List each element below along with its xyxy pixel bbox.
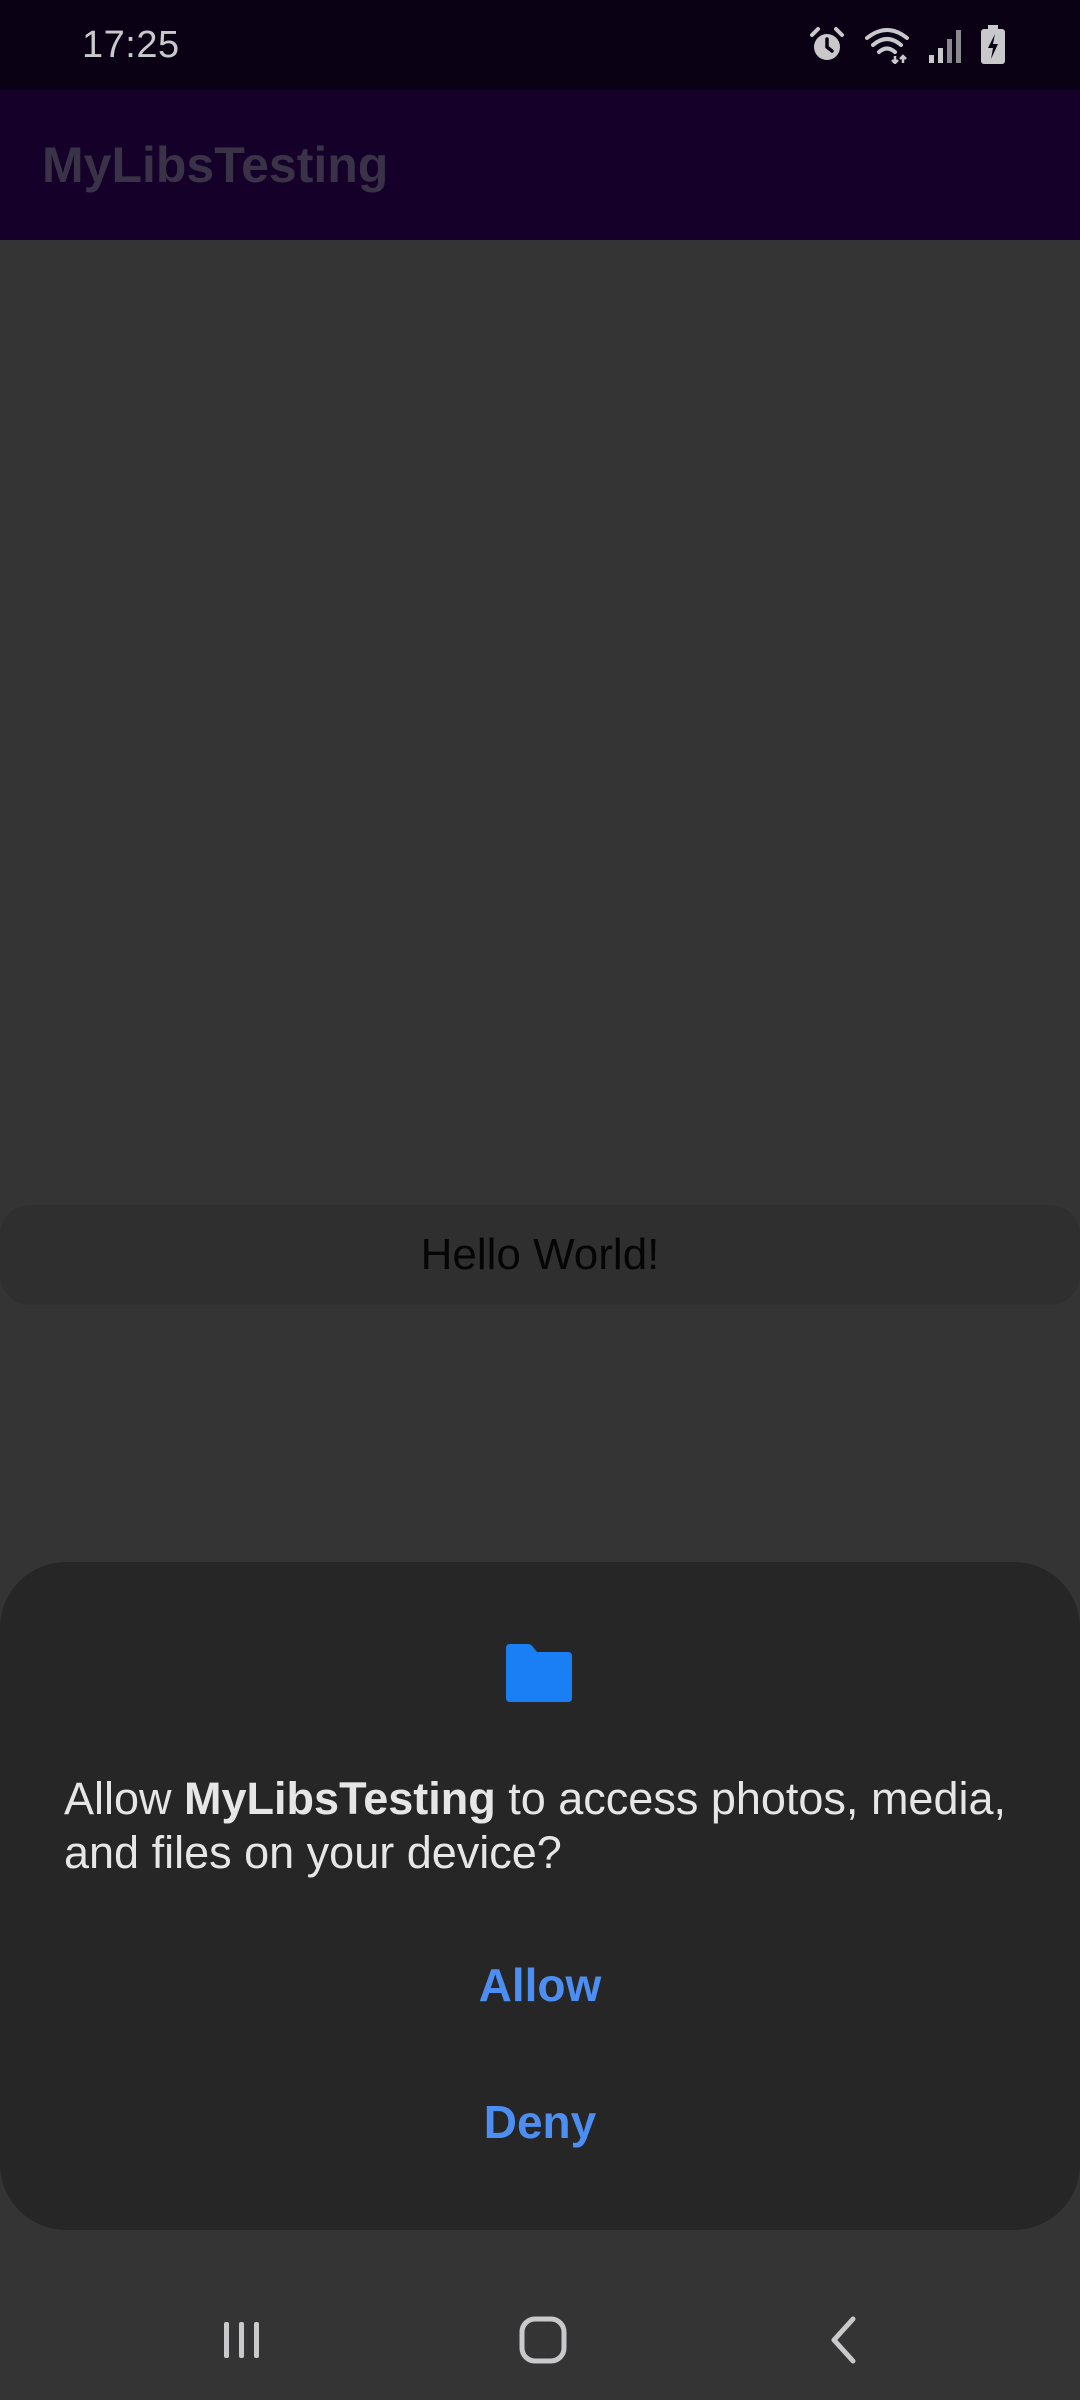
status-time: 17:25 [82, 23, 180, 66]
deny-button[interactable]: Deny [0, 2067, 1080, 2177]
home-button[interactable] [503, 2302, 583, 2382]
recent-apps-icon [218, 2316, 266, 2369]
app-title: MyLibsTesting [42, 137, 389, 193]
hello-world-text: Hello World! [420, 1230, 660, 1279]
app-bar: MyLibsTesting [0, 90, 1080, 240]
status-bar: 17:25 [0, 0, 1080, 90]
battery-charging-icon [980, 25, 1006, 65]
allow-button[interactable]: Allow [0, 1930, 1080, 2040]
permission-message: Allow MyLibsTesting to access photos, me… [64, 1772, 1024, 1880]
navigation-bar [0, 2282, 1080, 2400]
alarm-icon [808, 26, 846, 64]
signal-icon [928, 27, 962, 63]
home-icon [518, 2315, 568, 2370]
back-icon [824, 2315, 864, 2370]
message-prefix: Allow [64, 1773, 185, 1824]
screen: 17:25 MyLibsTesting Hello World! Allow M… [0, 0, 1080, 2400]
permission-dialog: Allow MyLibsTesting to access photos, me… [0, 1562, 1080, 2230]
recent-apps-button[interactable] [202, 2302, 282, 2382]
back-button[interactable] [804, 2302, 884, 2382]
app-name-bold: MyLibsTesting [184, 1773, 496, 1824]
wifi-icon [864, 26, 910, 64]
status-icons [808, 25, 1006, 65]
hello-world-container: Hello World! [0, 1205, 1080, 1305]
folder-icon [502, 1642, 576, 1709]
